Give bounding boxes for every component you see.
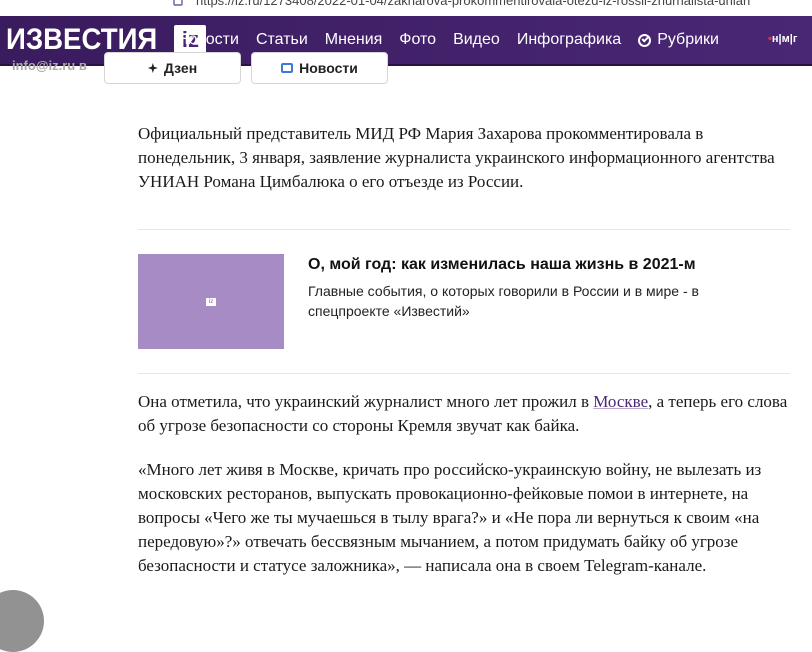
article-paragraph-1: Официальный представитель МИД РФ Мария З…: [138, 124, 775, 191]
dzen-icon: [147, 63, 158, 73]
nav-item-news[interactable]: Новости: [177, 31, 239, 49]
media-link-1[interactable]: н: [772, 33, 779, 45]
nav-item-photo[interactable]: Фото: [399, 31, 436, 49]
share-row: info@iz.ru в Дзен Новости: [0, 52, 812, 88]
article-paragraph-2: Она отметила, что украинский журналист м…: [138, 390, 798, 438]
news-button[interactable]: Новости: [251, 52, 388, 84]
p2-text-before: Она отметила, что украинский журналист м…: [138, 392, 594, 411]
news-label: Новости: [299, 60, 358, 76]
address-url[interactable]: https://iz.ru/1273408/2022-01-04/zakharo…: [196, 0, 750, 8]
rubrics-label: Рубрики: [657, 31, 719, 48]
browser-address-bar[interactable]: https://iz.ru/1273408/2022-01-04/zakharo…: [0, 0, 812, 17]
divider: [138, 229, 790, 230]
nav-item-video[interactable]: Видео: [453, 31, 500, 49]
promo-title[interactable]: О, мой год: как изменилась наша жизнь в …: [308, 256, 696, 274]
floating-round-button[interactable]: [0, 590, 44, 652]
lock-icon: [173, 0, 183, 6]
nav-item-articles[interactable]: Статьи: [256, 31, 308, 49]
promo-description: Главные события, о которых говорили в Ро…: [308, 283, 699, 319]
promo-thumb-logo: iz: [206, 297, 216, 306]
share-site-label: info@iz.ru в: [12, 58, 87, 73]
dzen-label: Дзен: [163, 60, 198, 76]
media-links[interactable]: •н|м|г: [768, 33, 797, 45]
promo-thumbnail[interactable]: iz: [138, 254, 284, 349]
news-icon: [281, 63, 294, 73]
nav-item-opinions[interactable]: Мнения: [325, 31, 383, 49]
nav-item-infographics[interactable]: Инфографика: [517, 31, 621, 49]
check-circle-icon: [638, 33, 652, 47]
nav-item-rubrics[interactable]: Рубрики: [638, 31, 719, 49]
dzen-button[interactable]: Дзен: [104, 52, 241, 84]
media-link-2[interactable]: м: [782, 33, 790, 45]
moscow-link[interactable]: Москве: [593, 392, 648, 411]
divider: [138, 373, 790, 374]
promo-card[interactable]: iz О, мой год: как изменилась наша жизнь…: [138, 254, 798, 350]
article-paragraph-3: «Много лет живя в Москве, кричать про ро…: [138, 460, 762, 575]
media-link-3[interactable]: г: [793, 33, 798, 45]
